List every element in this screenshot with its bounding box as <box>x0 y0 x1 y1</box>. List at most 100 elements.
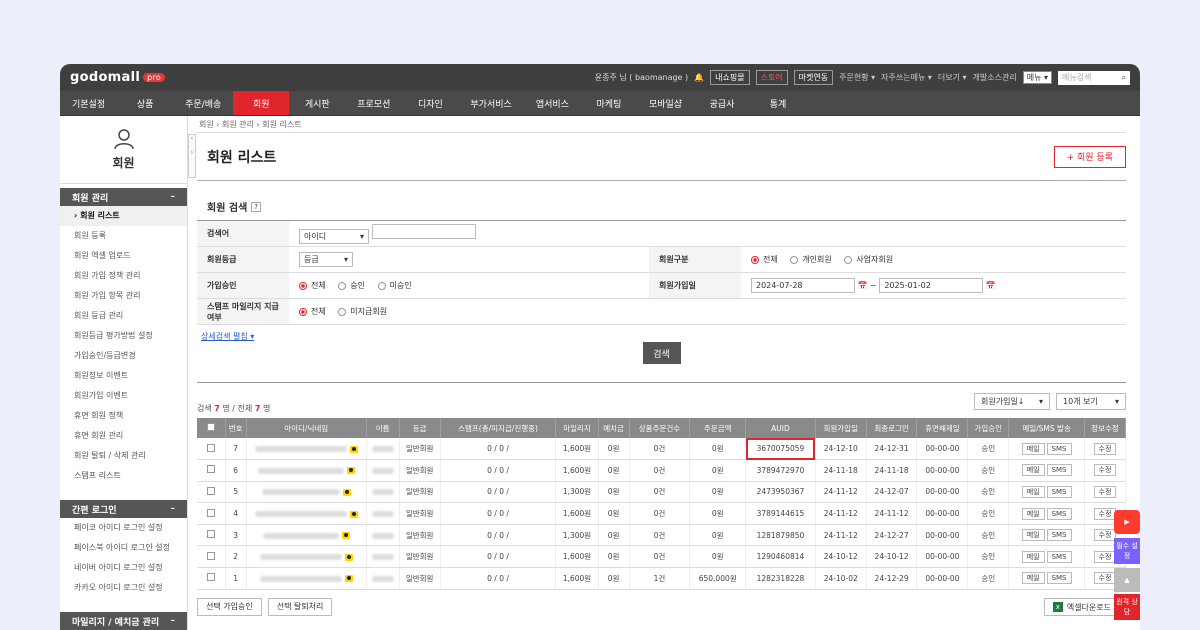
date-to-input[interactable]: 2025-01-02 <box>879 278 984 293</box>
sidebar-item[interactable]: 휴면 회원 관리 <box>60 426 187 446</box>
table-row[interactable]: 6 일반회원 0 / 0 /1,600원 0원 0건 0원 3789472970 24-11-… <box>197 459 1127 482</box>
search-icon[interactable]: ⌕ <box>1122 73 1126 83</box>
approve-radio-all[interactable]: 전체 <box>299 281 326 290</box>
favorite-menu-link[interactable]: 자주쓰는메뉴 ▾ <box>881 72 932 83</box>
sms-button[interactable]: SMS <box>1046 464 1072 477</box>
sidebar-item[interactable]: 회원 엑셀 업로드 <box>60 246 187 266</box>
nav-board[interactable]: 게시판 <box>289 91 345 115</box>
collapse-icon[interactable]: – <box>171 504 176 514</box>
row-checkbox[interactable] <box>206 573 215 582</box>
type-radio-personal[interactable]: 개인회원 <box>790 255 832 264</box>
sms-button[interactable]: SMS <box>1046 485 1072 498</box>
youtube-icon[interactable]: ▶ <box>1114 510 1140 534</box>
mail-button[interactable]: 메일 <box>1021 442 1045 455</box>
select-all-checkbox[interactable] <box>206 423 215 431</box>
sms-button[interactable]: SMS <box>1046 442 1072 455</box>
nav-basic-settings[interactable]: 기본설정 <box>60 91 117 115</box>
edit-button[interactable]: 수정 <box>1093 550 1117 563</box>
sidebar-item[interactable]: 휴면 회원 정책 <box>60 406 187 426</box>
nav-mobile-shop[interactable]: 모바일샵 <box>637 91 694 115</box>
edit-button[interactable]: 수정 <box>1093 464 1117 477</box>
nav-products[interactable]: 상품 <box>117 91 173 115</box>
row-checkbox[interactable] <box>206 443 215 452</box>
more-link[interactable]: 더보기 ▾ <box>938 72 967 83</box>
my-shop-button[interactable]: 내쇼핑몰 <box>710 70 750 85</box>
edit-button[interactable]: 수정 <box>1093 529 1117 542</box>
sort-select[interactable]: 회원가입일↓ ▾ <box>974 393 1050 410</box>
collapse-icon[interactable]: – <box>171 192 176 202</box>
sidebar-section-member-management[interactable]: 회원 관리 – <box>60 188 187 206</box>
sidebar-item[interactable]: 회원등급 평가방법 설정 <box>60 326 187 346</box>
sidebar-item[interactable]: 회원 탈퇴 / 삭제 관리 <box>60 446 187 466</box>
market-link-button[interactable]: 마켓연동 <box>793 70 834 85</box>
member-id[interactable] <box>246 567 367 590</box>
register-member-button[interactable]: + 회원 등록 <box>1053 145 1126 168</box>
store-button[interactable]: 스토어 <box>755 70 788 85</box>
table-row[interactable]: 2 일반회원 0 / 0 /1,600원 0원 0건 0원 1290460814 24-10-… <box>197 545 1127 569</box>
member-id[interactable] <box>246 524 367 547</box>
mail-button[interactable]: 메일 <box>1021 464 1045 477</box>
row-checkbox[interactable] <box>206 465 215 474</box>
nav-statistics[interactable]: 통계 <box>750 91 806 115</box>
sidebar-section-simple-login[interactable]: 간편 로그인 – <box>60 500 187 518</box>
essential-settings-button[interactable]: 필수 설정 <box>1114 538 1140 564</box>
sidebar-item-member-list[interactable]: › 회원 리스트 <box>60 206 187 226</box>
mail-button[interactable]: 메일 <box>1021 572 1045 585</box>
stamp-radio-unpaid[interactable]: 미지급회원 <box>338 307 387 316</box>
detail-search-toggle[interactable]: 상세검색 펼침 ▾ <box>201 331 1126 342</box>
table-row[interactable]: 3 일반회원 0 / 0 /1,300원 0원 0건 0원 1281879850 24-11-… <box>197 524 1127 547</box>
search-button[interactable]: 검색 <box>642 342 681 364</box>
mail-button[interactable]: 메일 <box>1021 507 1045 520</box>
grade-select[interactable]: 등급 ▾ <box>299 252 353 267</box>
table-row[interactable]: 4 일반회원 0 / 0 /1,600원 0원 0건 0원 3789144615 24-11-… <box>197 502 1127 525</box>
mail-button[interactable]: 메일 <box>1021 550 1045 563</box>
member-id[interactable] <box>246 459 367 482</box>
keyword-type-select[interactable]: 아이디 ▾ <box>299 228 369 244</box>
menu-select[interactable]: 메뉴 ▾ <box>1022 71 1052 84</box>
edit-button[interactable]: 수정 <box>1093 507 1117 520</box>
member-id[interactable] <box>246 438 367 461</box>
nav-design[interactable]: 디자인 <box>402 91 458 115</box>
nav-addon[interactable]: 부가서비스 <box>458 91 523 115</box>
date-from-input[interactable]: 2024-07-28 <box>751 278 855 293</box>
sidebar-item[interactable]: 카카오 아이디 로그인 설정 <box>60 578 187 598</box>
table-row[interactable]: 7 일반회원 0 / 0 /1,600원 0원 0건 0원 3670075059 24-12-… <box>197 438 1127 461</box>
edit-button[interactable]: 수정 <box>1093 572 1117 585</box>
nav-marketing[interactable]: 마케팅 <box>581 91 637 115</box>
calendar-icon[interactable]: 📅 <box>986 281 996 290</box>
row-checkbox[interactable] <box>206 486 215 495</box>
bell-icon[interactable]: 🔔 <box>694 73 704 82</box>
sidebar-item[interactable]: 가입승인/등급변경 <box>60 346 187 366</box>
member-id[interactable] <box>246 502 367 525</box>
excel-download-button[interactable]: x 엑셀다운로드 <box>1043 598 1120 616</box>
type-radio-business[interactable]: 사업자회원 <box>844 255 893 264</box>
sidebar-item[interactable]: 페이코 아이디 로그인 설정 <box>60 518 187 538</box>
sidebar-item[interactable]: 회원가입 이벤트 <box>60 386 187 406</box>
nav-promotion[interactable]: 프로모션 <box>345 91 402 115</box>
sidebar-item[interactable]: 회원 가입 항목 관리 <box>60 286 187 306</box>
sidebar-item[interactable]: 회원정보 이벤트 <box>60 366 187 386</box>
sidebar-item[interactable]: 페이스북 아이디 로그인 설정 <box>60 538 187 558</box>
nav-supplier[interactable]: 공급사 <box>694 91 750 115</box>
sidebar-item[interactable]: 회원 등록 <box>60 226 187 246</box>
help-icon[interactable]: ? <box>251 201 262 212</box>
brand-logo[interactable]: godomall pro <box>70 70 166 85</box>
mail-button[interactable]: 메일 <box>1021 485 1045 498</box>
calendar-icon[interactable]: 📅 <box>858 281 868 290</box>
withdraw-selected-button[interactable]: 선택 탈퇴처리 <box>267 597 333 616</box>
row-checkbox[interactable] <box>206 551 215 560</box>
type-radio-all[interactable]: 전체 <box>751 255 778 264</box>
member-id[interactable] <box>246 481 367 504</box>
scroll-top-button[interactable]: ▲ <box>1114 568 1140 592</box>
menu-search-input[interactable]: 메뉴검색 ⌕ <box>1058 70 1130 85</box>
mail-button[interactable]: 메일 <box>1021 529 1045 542</box>
order-status-link[interactable]: 주문현황 ▾ <box>839 72 875 83</box>
sidebar-item[interactable]: 회원 가입 정책 관리 <box>60 266 187 286</box>
approve-radio-pending[interactable]: 미승인 <box>377 281 412 290</box>
table-row[interactable]: 1 일반회원 0 / 0 /1,600원 0원 1건 650,000원 1282318228… <box>197 567 1127 590</box>
sidebar-item[interactable]: 회원 등급 관리 <box>60 306 187 326</box>
dev-source-link[interactable]: 개발소스관리 <box>973 72 1017 83</box>
keyword-input[interactable] <box>371 223 476 239</box>
sidebar-toggle[interactable]: ‹ › <box>188 134 196 178</box>
sidebar-item[interactable]: 스탬프 리스트 <box>60 466 187 486</box>
